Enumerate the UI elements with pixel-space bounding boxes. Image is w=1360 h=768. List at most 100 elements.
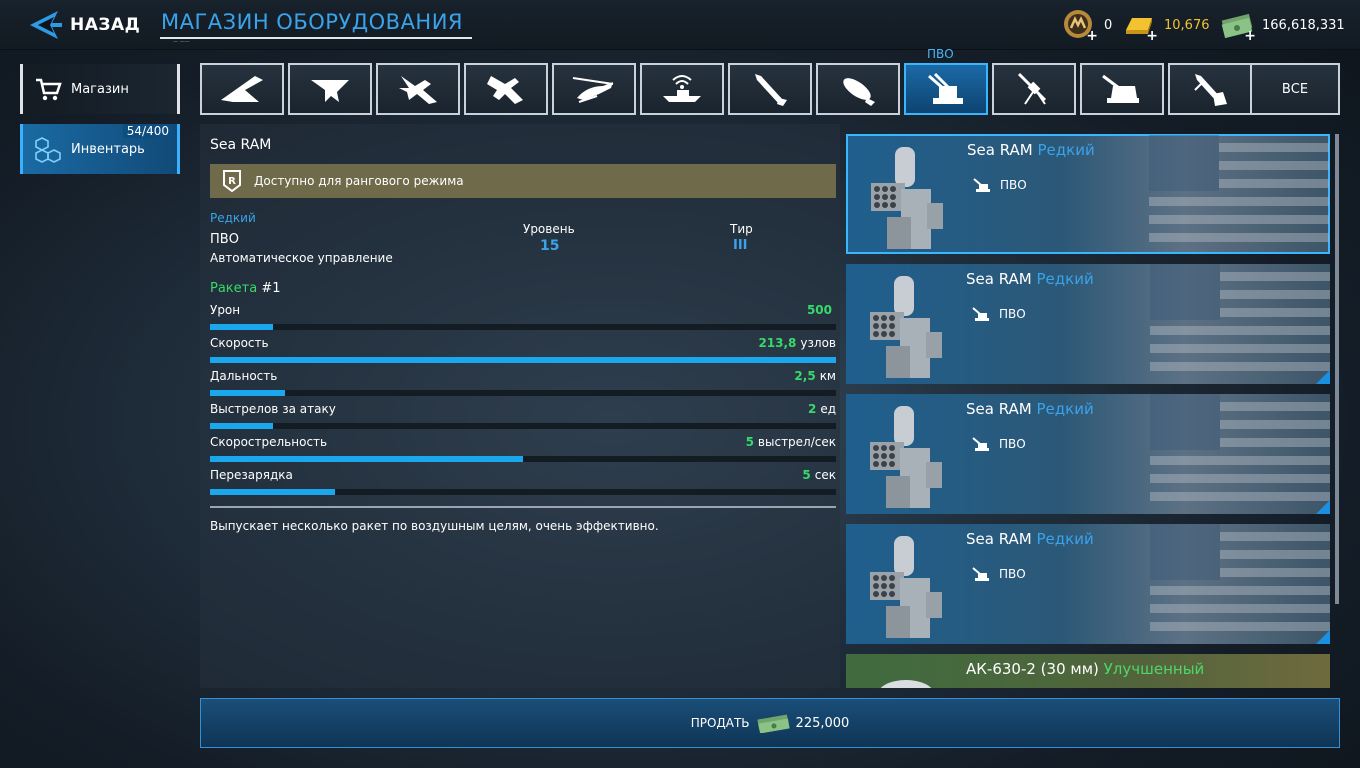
sell-label: ПРОДАТЬ: [690, 716, 750, 730]
gold-currency[interactable]: + 10,676: [1122, 8, 1210, 44]
stat-bar-fill: [210, 456, 523, 462]
naval-gun-icon: [1102, 74, 1139, 103]
item-detail-panel: Sea RAM R Доступно для рангового режима …: [200, 124, 840, 688]
stat-bar: [210, 489, 836, 495]
sidebar-item-inventory[interactable]: Инвентарь 54/400: [20, 124, 180, 174]
cash-currency[interactable]: + 166,618,331: [1220, 8, 1345, 44]
ranked-badge-icon: R: [223, 170, 241, 193]
tab-naval-gun[interactable]: [1080, 63, 1164, 115]
us-flag-icon: [1150, 264, 1330, 371]
stat-bar-fill: [210, 357, 836, 363]
radar-boat-icon: [663, 75, 701, 102]
rocket-icon: [1194, 74, 1227, 106]
stat-name: Скорость: [210, 336, 269, 350]
stat-unit: сек: [814, 468, 836, 482]
list-scrollbar[interactable]: [1335, 134, 1339, 604]
stat-row: Урон 500: [210, 303, 836, 333]
weapon-header: Ракета #1: [210, 281, 281, 296]
stat-name: Урон: [210, 303, 241, 317]
card-corner-marker: [1316, 630, 1330, 644]
sidebar-item-label: Инвентарь: [71, 141, 145, 157]
tab-rocket[interactable]: [1168, 63, 1252, 115]
stat-value: 2,5: [794, 369, 816, 383]
stat-row: Скорость 213,8 узлов: [210, 336, 836, 366]
item-type: ПВО: [210, 232, 239, 247]
title-underline: [160, 37, 472, 39]
cart-icon: [36, 78, 62, 101]
stat-unit: выстрел/сек: [757, 435, 836, 449]
item-rarity: Улучшенный: [1103, 660, 1205, 678]
sea-ram-turret-icon: [870, 406, 942, 508]
boxes-icon: [35, 137, 61, 163]
sidebar-item-shop[interactable]: Магазин: [20, 64, 180, 114]
item-title: Sea RAM Редкий: [966, 400, 1094, 418]
stat-bar: [210, 390, 836, 396]
tab-all[interactable]: ВСЕ: [1250, 63, 1340, 115]
tier-value: III: [733, 238, 748, 253]
gold-value: 10,676: [1164, 17, 1210, 33]
stat-bar: [210, 324, 836, 330]
list-item[interactable]: Sea RAM Редкий ПВО: [846, 394, 1330, 514]
inventory-count-badge: 54/400: [122, 124, 173, 138]
stat-bar-fill: [210, 390, 286, 396]
sea-ram-turret-icon: [871, 147, 943, 249]
list-item[interactable]: Sea RAM Редкий ПВО: [846, 134, 1330, 254]
item-type-label: ПВО: [999, 307, 1026, 321]
weapon-label: Ракета: [210, 281, 258, 296]
aa-turret-icon: [972, 437, 989, 451]
sell-price: 225,000: [795, 715, 850, 731]
stat-value: 5: [745, 435, 754, 449]
back-button[interactable]: НАЗАД: [28, 9, 148, 41]
item-description: Выпускает несколько ракет по воздушным ц…: [210, 519, 659, 533]
divider: [210, 506, 836, 508]
tab-interceptor-jet[interactable]: [464, 63, 548, 115]
add-cash-icon[interactable]: +: [1244, 28, 1256, 44]
tab-missile[interactable]: [728, 63, 812, 115]
item-name: Sea RAM: [966, 270, 1032, 288]
tab-fighter-jet[interactable]: [376, 63, 460, 115]
level-value: 15: [540, 238, 560, 254]
tab-machine-gun[interactable]: [992, 63, 1076, 115]
missile-icon: [755, 74, 787, 106]
stat-row: Перезарядка 5 сек: [210, 468, 836, 498]
list-item[interactable]: Sea RAM Редкий ПВО: [846, 264, 1330, 384]
list-item[interactable]: Sea RAM Редкий ПВО: [846, 524, 1330, 644]
cash-icon: +: [1220, 8, 1256, 44]
cash-value: 166,618,331: [1262, 17, 1345, 33]
tab-helicopter[interactable]: [552, 63, 636, 115]
list-item[interactable]: АК-630-2 (30 мм) Улучшенный: [846, 654, 1330, 688]
page-title: МАГАЗИН ОБОРУДОВАНИЯ: [161, 10, 464, 34]
stat-row: Выстрелов за атаку 2 ед: [210, 402, 836, 432]
item-control-mode: Автоматическое управление: [210, 251, 393, 265]
bomb-icon: [843, 78, 875, 106]
add-medal-icon[interactable]: +: [1086, 28, 1098, 44]
stat-name: Выстрелов за атаку: [210, 402, 336, 416]
helicopter-icon: [572, 77, 614, 103]
aa-turret-icon: [972, 567, 989, 581]
aa-turret-icon: [973, 178, 990, 192]
item-title: АК-630-2 (30 мм) Улучшенный: [966, 660, 1204, 678]
ak630-turret-icon: [880, 680, 932, 688]
tab-stealth-bomber[interactable]: [200, 63, 284, 115]
stat-value: 500: [806, 303, 832, 317]
fighter-jet-icon: [399, 76, 437, 104]
item-type-label: ПВО: [999, 567, 1026, 581]
cash-icon: [756, 714, 790, 733]
item-type: ПВО: [972, 177, 1027, 193]
item-type-label: ПВО: [1000, 178, 1027, 192]
item-name: АК-630-2 (30 мм): [966, 660, 1099, 678]
weapon-number: #1: [261, 281, 281, 296]
medal-currency[interactable]: + 0: [1062, 8, 1112, 44]
add-gold-icon[interactable]: +: [1146, 28, 1158, 44]
tab-flying-wing[interactable]: [288, 63, 372, 115]
tab-bomb[interactable]: [816, 63, 900, 115]
ranked-text: Доступно для рангового режима: [254, 174, 464, 188]
tab-air-defense[interactable]: [904, 63, 988, 115]
tab-radar-boat[interactable]: [640, 63, 724, 115]
sell-button[interactable]: ПРОДАТЬ 225,000: [200, 698, 1340, 748]
item-type: ПВО: [971, 566, 1026, 582]
stat-bar: [210, 423, 836, 429]
title-subtext: — ——: [173, 39, 190, 45]
stat-bar-fill: [210, 489, 336, 495]
item-title: Sea RAM Редкий: [966, 530, 1094, 548]
